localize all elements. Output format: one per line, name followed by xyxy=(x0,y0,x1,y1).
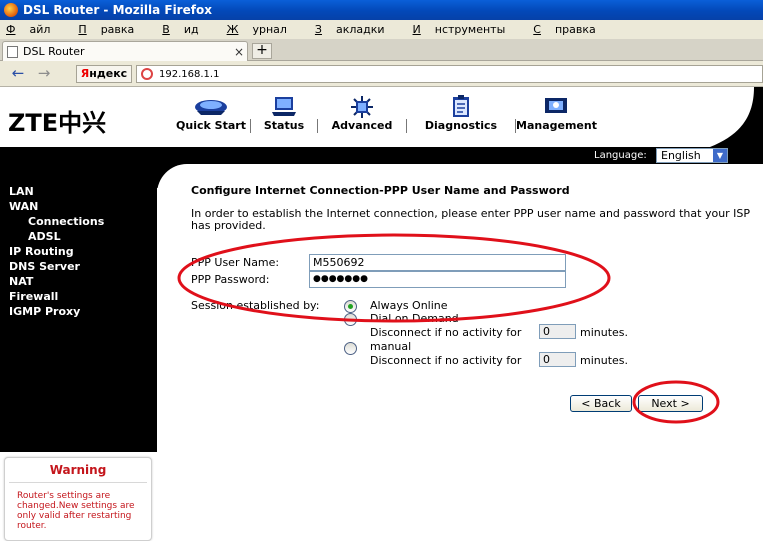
menu-file[interactable]: Файл xyxy=(6,23,64,36)
diagnostics-icon xyxy=(453,95,469,117)
intro-text: In order to establish the Internet conne… xyxy=(191,207,751,232)
back-arrow-icon[interactable]: ← xyxy=(8,65,28,83)
demand-minutes-label: minutes. xyxy=(580,326,629,339)
language-select[interactable]: English ▼ xyxy=(656,148,728,163)
ppp-password-input[interactable]: ●●●●●●● xyxy=(309,271,566,288)
zte-logo: ZTE中兴 xyxy=(8,109,107,137)
dial-on-demand-label: Dial on Demand xyxy=(370,312,459,325)
password-label: PPP Password: xyxy=(191,273,270,286)
menu-bookmarks[interactable]: Закладки xyxy=(315,23,399,36)
sidebar-corner xyxy=(157,164,197,204)
back-button[interactable]: < Back xyxy=(570,395,632,412)
advanced-icon xyxy=(351,96,373,118)
radio-manual[interactable] xyxy=(344,342,357,355)
sidebar-item-ip-routing[interactable]: IP Routing xyxy=(9,245,74,258)
manual-label: manual xyxy=(370,340,412,353)
language-label: Language: xyxy=(594,150,647,161)
navigation-bar: ← → Яндекс 192.168.1.1 xyxy=(0,61,763,87)
window-title-bar: DSL Router - Mozilla Firefox xyxy=(0,0,763,20)
forward-arrow-icon[interactable]: → xyxy=(34,65,54,83)
menu-bar: Файл Правка Вид Журнал Закладки Инструме… xyxy=(0,20,763,39)
tab-title: DSL Router xyxy=(23,45,85,58)
menu-history[interactable]: Журнал xyxy=(227,23,301,36)
quick-start-icon xyxy=(195,100,227,115)
tab-dsl-router[interactable]: DSL Router × xyxy=(2,41,248,61)
ppp-username-input[interactable]: M550692 xyxy=(309,254,566,271)
nav-advanced[interactable]: Advanced xyxy=(318,87,406,147)
sidebar-item-wan[interactable]: WAN xyxy=(9,200,38,213)
warning-divider xyxy=(9,482,147,483)
tab-bar: DSL Router × + xyxy=(0,39,763,61)
menu-edit[interactable]: Правка xyxy=(78,23,148,36)
sidebar-item-dns-server[interactable]: DNS Server xyxy=(9,260,80,273)
address-bar[interactable]: 192.168.1.1 xyxy=(136,65,763,83)
radio-dial-on-demand[interactable] xyxy=(344,313,357,326)
window-title: DSL Router - Mozilla Firefox xyxy=(23,3,212,17)
username-label: PPP User Name: xyxy=(191,256,280,269)
close-tab-icon[interactable]: × xyxy=(231,45,247,59)
router-header: ZTE中兴 Quick Start Status Advanced Diagno… xyxy=(0,87,763,147)
chevron-down-icon: ▼ xyxy=(713,149,727,162)
demand-disconnect-label: Disconnect if no activity for xyxy=(370,326,522,339)
page-title: Configure Internet Connection-PPP User N… xyxy=(191,184,570,197)
nav-quick-start[interactable]: Quick Start xyxy=(172,87,250,147)
sidebar: LAN WAN Connections ADSL IP Routing DNS … xyxy=(0,164,157,452)
demand-minutes-input[interactable]: 0 xyxy=(539,324,576,339)
header-corner-curve xyxy=(680,87,763,147)
menu-tools[interactable]: Инструменты xyxy=(413,23,520,36)
always-online-label: Always Online xyxy=(370,299,448,312)
sidebar-item-nat[interactable]: NAT xyxy=(9,275,33,288)
session-label: Session established by: xyxy=(191,299,320,312)
next-button[interactable]: Next > xyxy=(638,395,703,412)
manual-minutes-label: minutes. xyxy=(580,354,629,367)
manual-minutes-input[interactable]: 0 xyxy=(539,352,576,367)
management-icon xyxy=(545,98,567,113)
warning-title: Warning xyxy=(49,463,107,477)
sidebar-item-firewall[interactable]: Firewall xyxy=(9,290,58,303)
status-icon xyxy=(272,97,296,116)
nav-status[interactable]: Status xyxy=(251,87,317,147)
url-text: 192.168.1.1 xyxy=(159,68,220,80)
sidebar-item-connections[interactable]: Connections xyxy=(28,215,104,228)
sidebar-item-igmp-proxy[interactable]: IGMP Proxy xyxy=(9,305,80,318)
warning-panel: Warning Router's settings are changed.Ne… xyxy=(4,457,152,541)
radio-always-online[interactable] xyxy=(344,300,357,313)
page-icon xyxy=(7,45,18,58)
sidebar-item-adsl[interactable]: ADSL xyxy=(28,230,61,243)
nav-management[interactable]: Management xyxy=(516,87,597,147)
language-bar: Language: English ▼ xyxy=(0,147,763,164)
top-navigation: Quick Start Status Advanced Diagnostics … xyxy=(172,87,597,147)
firefox-icon xyxy=(4,3,18,17)
menu-help[interactable]: Справка xyxy=(533,23,609,36)
sidebar-item-lan[interactable]: LAN xyxy=(9,185,34,198)
nav-diagnostics[interactable]: Diagnostics xyxy=(407,87,515,147)
manual-disconnect-label: Disconnect if no activity for xyxy=(370,354,522,367)
yandex-button[interactable]: Яндекс xyxy=(76,65,132,83)
new-tab-button[interactable]: + xyxy=(252,43,272,59)
menu-view[interactable]: Вид xyxy=(162,23,212,36)
site-icon xyxy=(141,68,153,80)
warning-text: Router's settings are changed.New settin… xyxy=(17,491,135,531)
